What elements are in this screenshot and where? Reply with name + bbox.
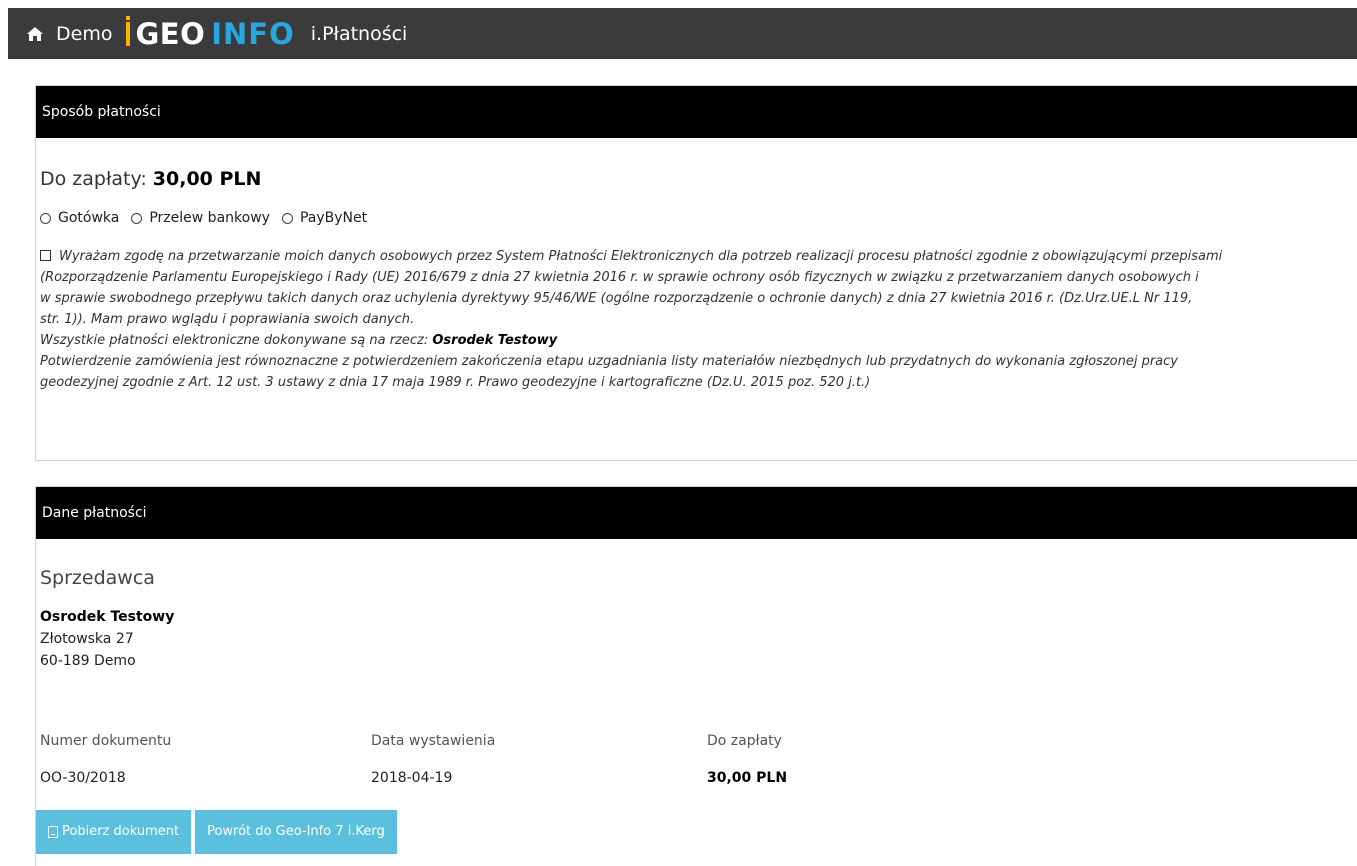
app-name: i.Płatności	[310, 22, 408, 45]
consent-line: (Rozporządzenie Parlamentu Europejskiego…	[40, 270, 1199, 285]
radio-circle-icon[interactable]	[131, 212, 143, 224]
payment-data-header: Dane płatności	[36, 487, 1357, 539]
radio-circle-icon[interactable]	[281, 212, 293, 224]
action-buttons: Pobierz dokument Powrót do Geo-Info 7 i.…	[36, 810, 401, 854]
beneficiary-line: Wszystkie płatności elektroniczne dokony…	[40, 330, 1345, 351]
geoinfo-logo: GEO INFO	[126, 8, 294, 59]
pdf-file-icon	[48, 826, 58, 838]
download-document-label: Pobierz dokument	[62, 824, 180, 839]
radio-option-transfer[interactable]: Przelew bankowy	[131, 210, 270, 226]
radio-option-cash[interactable]: Gotówka	[40, 210, 119, 226]
consent-line: Wyrażam zgodę na przetwarzanie moich dan…	[40, 246, 1345, 267]
issue-date-value: 2018-04-19	[371, 770, 453, 786]
consent-checkbox[interactable]	[40, 250, 51, 261]
logo-accent-bar	[126, 15, 131, 46]
payment-data-panel: Dane płatności Sprzedawca Osrodek Testow…	[35, 486, 1357, 866]
consent-block: Wyrażam zgodę na przetwarzanie moich dan…	[40, 246, 1345, 393]
demo-label[interactable]: Demo	[56, 23, 112, 45]
amount-due: Do zapłaty: 30,00 PLN	[40, 168, 261, 190]
amount-due-value: 30,00 PLN	[152, 168, 262, 190]
amount-column: Do zapłaty 30,00 PLN	[707, 733, 787, 786]
beneficiary-name: Osrodek Testowy	[432, 333, 558, 348]
seller-city: 60-189 Demo	[40, 653, 136, 669]
consent-line: w sprawie swobodnego przepływu takich da…	[40, 291, 1193, 306]
seller-name: Osrodek Testowy	[40, 609, 175, 625]
seller-street: Złotowska 27	[40, 631, 134, 647]
radio-circle-icon[interactable]	[40, 212, 51, 224]
back-to-geoinfo-label: Powrót do Geo-Info 7 i.Kerg	[207, 824, 385, 839]
document-number-label: Numer dokumentu	[40, 733, 172, 749]
confirmation-line: Potwierdzenie zamówienia jest równoznacz…	[40, 354, 1178, 369]
document-number-column: Numer dokumentu OO-30/2018	[40, 733, 171, 786]
amount-due-label: Do zapłaty:	[40, 168, 153, 190]
radio-option-label: Gotówka	[58, 210, 120, 226]
radio-option-paybynet[interactable]: PayByNet	[281, 210, 368, 226]
issue-date-column: Data wystawienia 2018-04-19	[371, 733, 495, 786]
amount-value: 30,00 PLN	[707, 770, 788, 786]
consent-text: Wyrażam zgodę na przetwarzanie moich dan…	[59, 249, 1223, 264]
payment-options: Gotówka Przelew bankowy PayByNet	[40, 210, 379, 226]
back-to-geoinfo-button[interactable]: Powrót do Geo-Info 7 i.Kerg	[195, 810, 397, 854]
seller-title: Sprzedawca	[40, 567, 155, 589]
logo-geo-text: GEO	[135, 16, 206, 51]
logo-info-text: INFO	[211, 16, 295, 51]
home-icon[interactable]	[20, 8, 50, 59]
document-info: Numer dokumentu OO-30/2018 Data wystawie…	[40, 733, 1040, 803]
confirmation-line: geodezyjnej zgodnie z Art. 12 ust. 3 ust…	[40, 375, 871, 390]
beneficiary-label: Wszystkie płatności elektroniczne dokony…	[40, 333, 433, 348]
radio-option-label: PayByNet	[299, 210, 368, 226]
issue-date-label: Data wystawienia	[371, 733, 496, 749]
download-document-button[interactable]: Pobierz dokument	[36, 810, 192, 854]
seller-address: Osrodek Testowy Złotowska 27 60-189 Demo	[40, 606, 174, 672]
payment-method-panel: Sposób płatności Do zapłaty: 30,00 PLN G…	[35, 85, 1357, 461]
top-navbar: Demo GEO INFO i.Płatności	[8, 8, 1357, 59]
consent-line: str. 1)). Mam prawo wglądu i poprawiania…	[40, 312, 415, 327]
payment-method-header: Sposób płatności	[36, 86, 1357, 138]
amount-label: Do zapłaty	[707, 733, 782, 749]
radio-option-label: Przelew bankowy	[149, 210, 270, 226]
document-number-value: OO-30/2018	[40, 770, 126, 786]
